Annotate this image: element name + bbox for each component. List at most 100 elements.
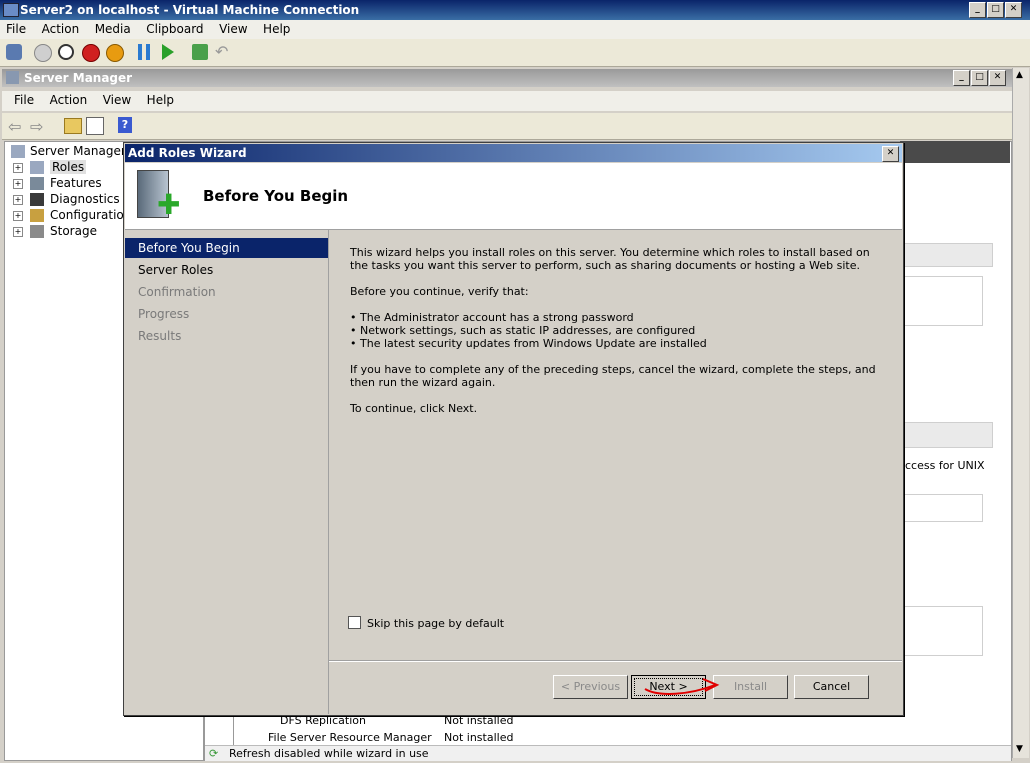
- server-manager-icon: [6, 71, 19, 84]
- tree-item-label: Diagnostics: [50, 192, 120, 206]
- back-arrow-icon[interactable]: ⇦: [8, 117, 21, 136]
- wizard-title-bar: Add Roles Wizard ✕: [125, 144, 902, 162]
- expand-icon[interactable]: +: [13, 227, 23, 237]
- refresh-icon: ⟳: [209, 747, 219, 760]
- roles-icon: [30, 161, 44, 174]
- shutdown-icon[interactable]: [82, 44, 100, 62]
- sm-menu-view[interactable]: View: [97, 91, 137, 109]
- wizard-separator: [329, 660, 902, 662]
- show-hide-tree-icon[interactable]: [86, 117, 104, 135]
- sm-menu-file[interactable]: File: [8, 91, 40, 109]
- details-header-band: [900, 141, 1010, 163]
- wizard-heading: Before You Begin: [203, 187, 349, 205]
- sm-menu-help[interactable]: Help: [141, 91, 180, 109]
- intro-text: This wizard helps you install roles on t…: [350, 246, 870, 272]
- tree-item-label: Configuration: [50, 208, 132, 222]
- tree-item-label: Features: [50, 176, 102, 190]
- skip-page-checkbox[interactable]: [348, 616, 361, 629]
- skip-page-label[interactable]: Skip this page by default: [367, 617, 504, 630]
- tree-item-label: Roles: [50, 160, 87, 174]
- status-bar-text: Refresh disabled while wizard in use: [229, 747, 429, 760]
- wizard-header: ✚ Before You Begin: [125, 163, 902, 230]
- vm-menu-help[interactable]: Help: [257, 20, 296, 38]
- tree-item-label: Storage: [50, 224, 97, 238]
- wizard-step-before-you-begin[interactable]: Before You Begin: [125, 238, 328, 258]
- maximize-button[interactable]: □: [987, 2, 1004, 18]
- verify-heading: Before you continue, verify that:: [350, 285, 529, 298]
- up-folder-icon[interactable]: [64, 118, 82, 134]
- vm-menu-media[interactable]: Media: [89, 20, 137, 38]
- scroll-up-icon[interactable]: ▲: [1016, 70, 1023, 80]
- revert-icon[interactable]: ↶: [215, 44, 231, 60]
- wizard-step-results: Results: [125, 326, 328, 346]
- table-row-status: Not installed: [444, 731, 514, 744]
- sm-menu-bar: File Action View Help: [2, 91, 1012, 111]
- vm-toolbar: ↶: [0, 39, 1030, 67]
- vm-menu-bar: File Action Media Clipboard View Help: [0, 20, 1030, 39]
- bullet-text: The Administrator account has a strong p…: [360, 311, 634, 324]
- resume-icon[interactable]: [162, 44, 174, 60]
- vm-menu-clipboard[interactable]: Clipboard: [140, 20, 209, 38]
- vm-menu-file[interactable]: File: [0, 20, 32, 38]
- configuration-icon: [30, 209, 44, 222]
- close-button[interactable]: ✕: [1005, 2, 1022, 18]
- wizard-step-server-roles[interactable]: Server Roles: [125, 260, 328, 280]
- expand-icon[interactable]: +: [13, 163, 23, 173]
- add-roles-wizard: Add Roles Wizard ✕ ✚ Before You Begin Be…: [123, 142, 904, 716]
- sm-close-button[interactable]: ✕: [989, 70, 1006, 86]
- wizard-step-label: Confirmation: [138, 285, 216, 299]
- sm-menu-action[interactable]: Action: [44, 91, 94, 109]
- turn-off-icon[interactable]: [58, 44, 74, 60]
- storage-icon: [30, 225, 44, 238]
- vertical-scrollbar[interactable]: ▲ ▼: [1012, 68, 1029, 758]
- cancel-button[interactable]: Cancel: [794, 675, 869, 699]
- diagnostics-icon: [30, 193, 44, 206]
- minimize-button[interactable]: _: [969, 2, 986, 18]
- bullet-text: Network settings, such as static IP addr…: [360, 324, 696, 337]
- wizard-step-label: Before You Begin: [138, 241, 240, 255]
- snapshot-icon[interactable]: [192, 44, 208, 60]
- next-annotation-mark: [644, 678, 720, 695]
- ctrl-alt-del-icon[interactable]: [6, 44, 22, 60]
- details-section-box: [901, 494, 983, 522]
- bullet-item: • The latest security updates from Windo…: [350, 337, 707, 350]
- wizard-content: This wizard helps you install roles on t…: [329, 230, 902, 660]
- wizard-title: Add Roles Wizard: [128, 146, 247, 160]
- scroll-down-icon[interactable]: ▼: [1016, 744, 1023, 754]
- server-manager-title: Server Manager: [24, 71, 133, 85]
- wizard-step-label: Server Roles: [138, 263, 214, 277]
- continue-text: To continue, click Next.: [350, 402, 478, 415]
- details-section-box: [901, 606, 983, 656]
- sm-minimize-button[interactable]: _: [953, 70, 970, 86]
- wizard-close-button[interactable]: ✕: [882, 146, 899, 162]
- server-icon: [11, 145, 25, 158]
- expand-icon[interactable]: +: [13, 211, 23, 221]
- wizard-step-progress: Progress: [125, 304, 328, 324]
- previous-button[interactable]: < Previous: [553, 675, 628, 699]
- expand-icon[interactable]: +: [13, 195, 23, 205]
- vm-menu-action[interactable]: Action: [36, 20, 86, 38]
- expand-icon[interactable]: +: [13, 179, 23, 189]
- status-bar: ⟳ Refresh disabled while wizard in use: [205, 745, 1011, 761]
- forward-arrow-icon[interactable]: ⇨: [30, 117, 43, 136]
- wizard-step-confirmation: Confirmation: [125, 282, 328, 302]
- add-plus-icon: ✚: [157, 188, 181, 221]
- server-manager-title-bar: Server Manager _ □ ✕: [2, 69, 1012, 87]
- wizard-steps: Before You Begin Server Roles Confirmati…: [125, 230, 329, 714]
- power-icon[interactable]: [106, 44, 124, 62]
- vm-window-title: Server2 on localhost - Virtual Machine C…: [20, 3, 360, 17]
- note-text: If you have to complete any of the prece…: [350, 363, 876, 389]
- features-icon: [30, 177, 44, 190]
- start-icon[interactable]: [34, 44, 52, 62]
- sm-maximize-button[interactable]: □: [971, 70, 988, 86]
- table-row-name: File Server Resource Manager: [268, 731, 432, 744]
- pause-icon[interactable]: [138, 44, 150, 60]
- vm-title-bar: Server2 on localhost - Virtual Machine C…: [0, 0, 1030, 20]
- wizard-step-label: Results: [138, 329, 182, 343]
- vm-menu-view[interactable]: View: [213, 20, 253, 38]
- bullet-item: • The Administrator account has a strong…: [350, 311, 634, 324]
- wizard-step-label: Progress: [138, 307, 190, 321]
- bullet-item: • Network settings, such as static IP ad…: [350, 324, 696, 337]
- help-icon[interactable]: ?: [118, 117, 132, 133]
- details-snippet: ccess for UNIX: [905, 459, 985, 472]
